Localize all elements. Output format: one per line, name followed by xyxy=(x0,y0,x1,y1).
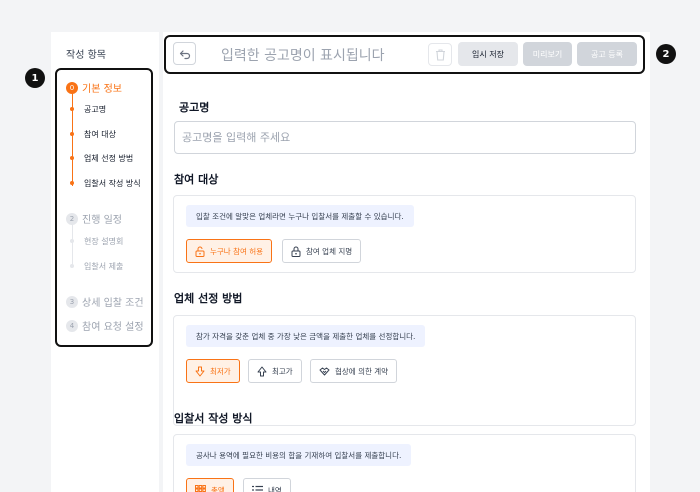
step-number: 4 xyxy=(66,319,78,332)
section-title-selection: 업체 선정 방법 xyxy=(174,292,243,305)
sub-item-selection[interactable]: 업체 선정 방법 xyxy=(84,153,133,164)
step-schedule[interactable]: 2 진행 일정 xyxy=(66,211,122,226)
step-detail-conditions[interactable]: 3 상세 입찰 조건 xyxy=(66,294,144,309)
step-label: 참여 요청 설정 xyxy=(82,322,144,333)
grid-icon xyxy=(195,485,206,492)
section-title-bid-format: 입찰서 작성 방식 xyxy=(174,412,253,425)
temp-save-button[interactable]: 임시 저장 xyxy=(458,42,518,66)
marker-1: 1 xyxy=(25,68,45,88)
section-title-name: 공고명 xyxy=(179,101,210,114)
sub-dot xyxy=(70,132,74,136)
step-request-settings[interactable]: 4 참여 요청 설정 xyxy=(66,318,144,333)
option-highest-price[interactable]: 최고가 xyxy=(248,359,302,383)
option-label: 최고가 xyxy=(272,366,293,376)
main-panel: 입력한 공고명이 표시됩니다 임시 저장 미리보기 공고 등록 공고명 참여 대… xyxy=(163,32,650,492)
option-negotiated-contract[interactable]: 협상에 의한 계약 xyxy=(310,359,398,383)
step-number: 3 xyxy=(66,295,78,308)
back-button[interactable] xyxy=(173,42,196,65)
option-label: 내역 xyxy=(268,485,282,492)
participants-card: 입찰 조건에 알맞은 업체라면 누구나 입찰서를 제출할 수 있습니다. 누구나… xyxy=(173,195,636,273)
trash-icon xyxy=(435,48,445,61)
arrow-up-icon xyxy=(257,366,267,376)
sub-item-bid-submission[interactable]: 입찰서 제출 xyxy=(84,261,123,272)
step-label: 기본 정보 xyxy=(82,84,122,95)
bid-format-card: 공사나 용역에 필요한 비용의 합을 기재하여 입찰서를 제출합니다. 총액 내… xyxy=(173,434,636,492)
step-basic-info[interactable]: 0 기본 정보 xyxy=(66,80,122,95)
option-designate-vendors[interactable]: 참여 업체 지명 xyxy=(282,239,362,263)
option-lowest-price[interactable]: 최저가 xyxy=(186,359,240,383)
handshake-icon xyxy=(319,367,330,375)
unlock-icon xyxy=(195,246,205,257)
list-icon xyxy=(252,485,263,491)
option-itemized[interactable]: 내역 xyxy=(243,478,291,492)
delete-button[interactable] xyxy=(428,43,452,66)
step-label: 진행 일정 xyxy=(82,215,122,226)
sub-item-site-briefing[interactable]: 현장 설명회 xyxy=(84,236,123,247)
sidebar: 작성 항목 0 기본 정보 공고명 참여 대상 업체 선정 방법 입찰서 작성 … xyxy=(51,32,159,492)
sub-item-participants[interactable]: 참여 대상 xyxy=(84,129,116,140)
sub-dot xyxy=(70,264,74,268)
section-title-participants: 참여 대상 xyxy=(174,173,219,186)
sub-dot xyxy=(70,107,74,111)
option-total-amount[interactable]: 총액 xyxy=(186,478,234,492)
register-button[interactable]: 공고 등록 xyxy=(577,42,637,66)
sub-dot xyxy=(70,181,74,185)
marker-2: 2 xyxy=(656,44,676,64)
option-label: 최저가 xyxy=(210,366,231,376)
undo-arrow-icon xyxy=(179,49,190,59)
step-number: 0 xyxy=(66,81,78,94)
sub-item-title[interactable]: 공고명 xyxy=(84,104,106,115)
sub-dot xyxy=(70,239,74,243)
option-label: 협상에 의한 계약 xyxy=(335,366,389,376)
selection-info: 참가 자격을 갖춘 업체 중 가장 낮은 금액을 제출한 업체를 선정합니다. xyxy=(186,325,426,347)
option-label: 참여 업체 지명 xyxy=(306,246,353,256)
option-label: 누구나 참여 허용 xyxy=(210,246,264,256)
sub-item-bid-format[interactable]: 입찰서 작성 방식 xyxy=(84,178,141,189)
title-input[interactable] xyxy=(174,121,636,154)
sidebar-heading: 작성 항목 xyxy=(66,50,106,61)
arrow-down-icon xyxy=(195,366,205,376)
sub-dot xyxy=(70,156,74,160)
option-open-participation[interactable]: 누구나 참여 허용 xyxy=(186,239,273,263)
progress-line-inactive xyxy=(72,224,73,266)
step-label: 상세 입찰 조건 xyxy=(82,298,144,309)
toolbar: 입력한 공고명이 표시됩니다 임시 저장 미리보기 공고 등록 xyxy=(163,32,650,76)
page-title: 입력한 공고명이 표시됩니다 xyxy=(221,48,385,64)
option-label: 총액 xyxy=(211,485,225,492)
bid-format-info: 공사나 용역에 필요한 비용의 합을 기재하여 입찰서를 제출합니다. xyxy=(186,444,412,466)
participants-info: 입찰 조건에 알맞은 업체라면 누구나 입찰서를 제출할 수 있습니다. xyxy=(186,205,414,227)
lock-icon xyxy=(291,246,301,257)
preview-button[interactable]: 미리보기 xyxy=(523,42,572,66)
step-number: 2 xyxy=(66,212,78,225)
